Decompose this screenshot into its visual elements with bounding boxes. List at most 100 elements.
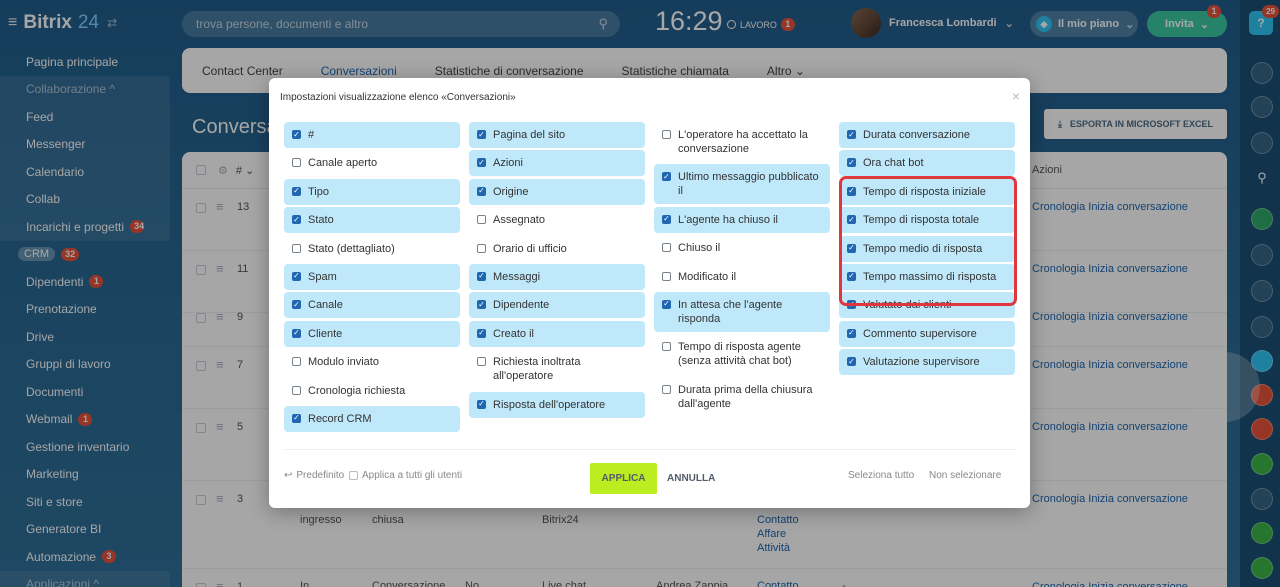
option-label: Ora chat bot <box>863 157 924 170</box>
option-label: Stato (dettagliato) <box>308 242 395 255</box>
apply-all-users-checkbox[interactable]: Applica a tutti gli utenti <box>349 470 462 481</box>
column-option[interactable]: ✓ Valutazione supervisore <box>839 349 1015 376</box>
option-label: L'agente ha chiuso il <box>678 213 778 226</box>
checkbox-checked-icon[interactable]: ✓ <box>477 328 486 338</box>
option-label: Pagina del sito <box>493 129 566 141</box>
column-option[interactable]: ✓ Record CRM <box>284 405 460 432</box>
checkbox[interactable] <box>349 471 358 480</box>
checkbox-checked-icon[interactable]: ✓ <box>662 299 671 309</box>
column-option[interactable]: Assegnato <box>469 207 645 233</box>
column-option[interactable]: ✓ Pagina del sito <box>469 122 645 148</box>
option-label: Stato <box>308 214 334 227</box>
checkbox-icon[interactable] <box>477 357 486 367</box>
column-option[interactable]: ✓ Messaggi <box>469 263 645 290</box>
checkbox-icon[interactable] <box>477 243 486 253</box>
dialog-title: Impostazioni visualizzazione elenco «Con… <box>280 92 516 103</box>
option-label: Commento supervisore <box>863 327 977 340</box>
option-label: Ultimo messaggio pubblicato il <box>678 171 819 198</box>
option-label: Orario di ufficio <box>493 242 567 255</box>
checkbox-checked-icon[interactable]: ✓ <box>477 399 486 409</box>
column-option[interactable]: ✓ Commento supervisore <box>839 320 1015 347</box>
column-option[interactable]: ✓ Ora chat bot <box>839 150 1015 177</box>
column-option[interactable]: ✓ Dipendente <box>469 292 645 319</box>
option-label: Valutazione supervisore <box>863 356 980 369</box>
checkbox-icon[interactable] <box>292 357 301 367</box>
options-column-1: ✓ # Canale aperto ✓ Tipo ✓ Stato Stato (dettagl… <box>284 122 460 434</box>
option-label: In attesa che l'agente risponda <box>678 298 783 325</box>
column-option[interactable]: Richiesta inoltrata all'operatore <box>469 349 645 389</box>
column-option[interactable]: ✓ Durata conversazione <box>839 122 1015 148</box>
column-option[interactable]: Orario di ufficio <box>469 236 645 262</box>
column-option[interactable]: Canale aperto <box>284 150 460 176</box>
column-option[interactable]: ✓ Stato <box>284 207 460 234</box>
checkbox-checked-icon[interactable]: ✓ <box>477 158 486 168</box>
checkbox-icon[interactable] <box>662 384 671 394</box>
column-option[interactable]: Cronologia richiesta <box>284 378 460 404</box>
column-option[interactable]: ✓ Tipo <box>284 178 460 205</box>
column-option[interactable]: ✓ Canale <box>284 292 460 319</box>
option-label: Canale aperto <box>308 157 378 170</box>
checkbox-checked-icon[interactable]: ✓ <box>292 271 301 281</box>
option-label: Spam <box>308 270 337 283</box>
option-label: Azioni <box>493 157 523 170</box>
option-label: Messaggi <box>493 270 541 283</box>
option-label: Risposta dell'operatore <box>493 398 606 411</box>
checkbox-checked-icon[interactable]: ✓ <box>847 328 856 338</box>
column-option[interactable]: Chiuso il <box>654 235 830 261</box>
checkbox-icon[interactable] <box>662 243 671 253</box>
column-option[interactable]: Modificato il <box>654 264 830 290</box>
highlight-frame <box>839 176 1017 306</box>
option-label: # <box>308 129 315 141</box>
column-option[interactable]: ✓ Azioni <box>469 150 645 177</box>
column-option[interactable]: ✓ Ultimo messaggio pubblicato il <box>654 164 830 205</box>
column-option[interactable]: Stato (dettagliato) <box>284 236 460 262</box>
checkbox-checked-icon[interactable]: ✓ <box>477 300 486 310</box>
checkbox-icon[interactable] <box>292 243 301 253</box>
option-label: Creato il <box>493 327 534 340</box>
default-link[interactable]: ↩ Predefinito <box>284 470 344 481</box>
checkbox-checked-icon[interactable]: ✓ <box>477 130 486 139</box>
column-option[interactable]: ✓ Cliente <box>284 320 460 347</box>
select-none-link[interactable]: Non selezionare <box>929 470 1001 481</box>
cancel-button[interactable]: ANNULLA <box>667 473 715 484</box>
checkbox-icon[interactable] <box>662 271 671 281</box>
checkbox-checked-icon[interactable]: ✓ <box>292 300 301 310</box>
column-option[interactable]: ✓ Spam <box>284 263 460 290</box>
column-option[interactable]: Durata prima della chiusura dall'agente <box>654 377 830 417</box>
checkbox-checked-icon[interactable]: ✓ <box>292 130 301 139</box>
column-option[interactable]: L'operatore ha accettato la conversazion… <box>654 122 830 162</box>
select-all-link[interactable]: Seleziona tutto <box>848 470 914 481</box>
checkbox-checked-icon[interactable]: ✓ <box>477 271 486 281</box>
column-option[interactable]: ✓ # <box>284 122 460 148</box>
checkbox-checked-icon[interactable]: ✓ <box>292 215 301 225</box>
checkbox-checked-icon[interactable]: ✓ <box>292 186 301 196</box>
checkbox-checked-icon[interactable]: ✓ <box>847 357 856 367</box>
checkbox-checked-icon[interactable]: ✓ <box>662 214 671 224</box>
checkbox-checked-icon[interactable]: ✓ <box>847 130 856 139</box>
option-label: L'operatore ha accettato la conversazion… <box>678 129 808 155</box>
column-option[interactable]: ✓ L'agente ha chiuso il <box>654 206 830 233</box>
checkbox-icon[interactable] <box>292 385 301 395</box>
column-option[interactable]: Modulo inviato <box>284 349 460 375</box>
option-label: Richiesta inoltrata all'operatore <box>493 356 581 383</box>
apply-button[interactable]: APPLICA <box>590 463 657 494</box>
apply-all-label: Applica a tutti gli utenti <box>362 470 463 481</box>
checkbox-checked-icon[interactable]: ✓ <box>662 172 671 182</box>
checkbox-icon[interactable] <box>662 130 671 139</box>
close-icon[interactable]: × <box>1012 88 1020 104</box>
option-label: Chiuso il <box>678 242 721 255</box>
checkbox-icon[interactable] <box>662 342 671 352</box>
column-option[interactable]: ✓ Origine <box>469 178 645 205</box>
checkbox-checked-icon[interactable]: ✓ <box>847 158 856 168</box>
column-option[interactable]: ✓ Creato il <box>469 320 645 347</box>
checkbox-checked-icon[interactable]: ✓ <box>292 413 301 423</box>
checkbox-icon[interactable] <box>477 215 486 225</box>
checkbox-icon[interactable] <box>292 158 301 168</box>
option-label: Modulo inviato <box>308 356 379 369</box>
option-label: Durata conversazione <box>863 129 971 141</box>
column-option[interactable]: Tempo di risposta agente (senza attività… <box>654 334 830 374</box>
checkbox-checked-icon[interactable]: ✓ <box>477 186 486 196</box>
checkbox-checked-icon[interactable]: ✓ <box>292 328 301 338</box>
column-option[interactable]: ✓ In attesa che l'agente risponda <box>654 291 830 332</box>
column-option[interactable]: ✓ Risposta dell'operatore <box>469 391 645 418</box>
